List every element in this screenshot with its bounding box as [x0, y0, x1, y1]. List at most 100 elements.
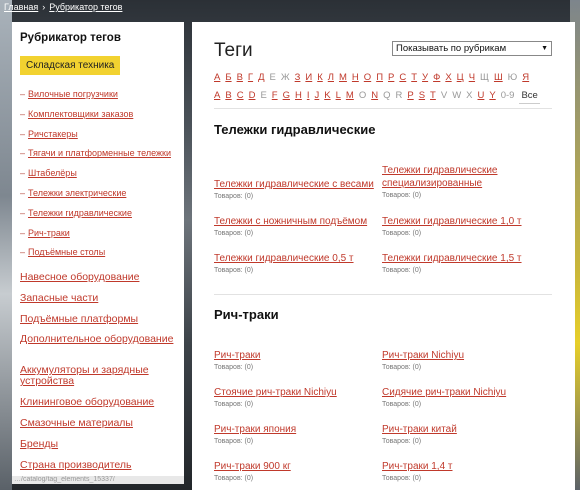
tag-count: Товаров: (0): [214, 438, 254, 445]
sidebar-subitem: – Подъёмные столы: [20, 243, 176, 263]
sidebar-subitem-link[interactable]: Вилочные погрузчики: [28, 89, 118, 99]
letter-link[interactable]: О: [364, 72, 371, 83]
sidebar-category: Смазочные материалы: [20, 413, 176, 434]
letter-link[interactable]: С: [399, 72, 406, 83]
sidebar-subitem: – Комплектовщики заказов: [20, 105, 176, 125]
letter-link[interactable]: G: [283, 90, 290, 101]
letter-link[interactable]: З: [295, 72, 301, 83]
tag-link[interactable]: Рич-траки Nichiyu: [382, 350, 464, 361]
tag-link[interactable]: Рич-траки япония: [214, 424, 296, 435]
dash-icon: –: [20, 187, 26, 198]
sidebar-subitem: – Вилочные погрузчики: [20, 85, 176, 105]
breadcrumb-home-link[interactable]: Главная: [4, 2, 38, 12]
letter-link[interactable]: U: [478, 90, 485, 101]
letter-link[interactable]: И: [305, 72, 312, 83]
letter-link[interactable]: Y: [489, 90, 495, 101]
letter-link[interactable]: Я: [522, 72, 529, 83]
tag-link[interactable]: Рич-траки китай: [382, 424, 457, 435]
letter-link[interactable]: I: [307, 90, 310, 101]
letter-link[interactable]: Ч: [469, 72, 475, 83]
sidebar-subitem: – Штабелёры: [20, 164, 176, 184]
letter-link[interactable]: F: [272, 90, 278, 101]
letter-link[interactable]: М: [339, 72, 347, 83]
divider: [214, 294, 552, 295]
letter-disabled: Ю: [507, 72, 518, 83]
tag-item: Тележки с ножничным подъёмом Товаров: (0…: [214, 215, 384, 237]
sidebar-category: Подъёмные платформы: [20, 309, 176, 330]
tag-link[interactable]: Рич-траки 1,4 т: [382, 461, 453, 472]
tag-item: Стоячие рич-траки Nichiyu Товаров: (0): [214, 386, 384, 408]
letter-link[interactable]: D: [249, 90, 256, 101]
tag-item: Рич-траки 1,4 т Товаров: (0): [382, 460, 552, 482]
sidebar-category-link[interactable]: Клининговое оборудование: [20, 396, 154, 408]
sidebar-category-link[interactable]: Страна производитель: [20, 459, 132, 471]
letter-link[interactable]: В: [237, 72, 243, 83]
letter-link[interactable]: H: [295, 90, 302, 101]
view-mode-select[interactable]: Показывать по рубрикам ▼: [392, 41, 552, 56]
tag-link[interactable]: Тележки гидравлические с весами: [214, 179, 374, 190]
letter-link[interactable]: Р: [388, 72, 394, 83]
letter-link[interactable]: Г: [248, 72, 253, 83]
letter-link[interactable]: K: [324, 90, 330, 101]
tag-count: Товаров: (0): [214, 267, 254, 274]
letter-link[interactable]: N: [371, 90, 378, 101]
letter-link[interactable]: К: [317, 72, 323, 83]
letter-link[interactable]: П: [376, 72, 383, 83]
letter-link[interactable]: Ф: [433, 72, 440, 83]
letter-link[interactable]: А: [214, 72, 220, 83]
tag-link[interactable]: Тележки гидравлические специализированны…: [382, 165, 497, 189]
letter-link[interactable]: Б: [225, 72, 231, 83]
letter-link[interactable]: Х: [445, 72, 451, 83]
letter-link[interactable]: У: [422, 72, 428, 83]
sidebar-subitem-link[interactable]: Комплектовщики заказов: [28, 109, 133, 119]
letter-link[interactable]: P: [407, 90, 413, 101]
sidebar-subitem-link[interactable]: Тележки электрические: [28, 188, 126, 198]
tag-link[interactable]: Тележки с ножничным подъёмом: [214, 216, 367, 227]
triangle-down-icon: ▼: [541, 45, 548, 52]
dash-icon: –: [20, 247, 26, 258]
sidebar-category-link[interactable]: Аккумуляторы и зарядные устройства: [20, 364, 149, 387]
sidebar-subitem-link[interactable]: Тягачи и платформенные тележки: [28, 148, 171, 158]
sidebar-active-category[interactable]: Складская техника: [20, 56, 121, 75]
tag-count: Товаров: (0): [382, 401, 422, 408]
letter-link[interactable]: S: [419, 90, 425, 101]
tag-link[interactable]: Сидячие рич-траки Nichiyu: [382, 387, 506, 398]
tag-link[interactable]: Тележки гидравлические 1,0 т: [382, 216, 522, 227]
sidebar-category-link[interactable]: Подъёмные платформы: [20, 313, 138, 325]
tag-link[interactable]: Тележки гидравлические 0,5 т: [214, 253, 354, 264]
letter-link[interactable]: Т: [411, 72, 417, 83]
letter-link[interactable]: C: [237, 90, 244, 101]
all-letters-link[interactable]: Все: [519, 90, 540, 104]
breadcrumb-current-link[interactable]: Рубрикатор тегов: [49, 2, 122, 12]
sidebar-subitem-link[interactable]: Ричстакеры: [28, 129, 78, 139]
tag-item: Рич-траки 900 кг Товаров: (0): [214, 460, 384, 482]
letter-link[interactable]: L: [336, 90, 341, 101]
sidebar-subitem-link[interactable]: Штабелёры: [28, 168, 77, 178]
tag-link[interactable]: Тележки гидравлические 1,5 т: [382, 253, 522, 264]
letter-link[interactable]: Ш: [494, 72, 503, 83]
letter-link[interactable]: Н: [352, 72, 359, 83]
sidebar-category-link[interactable]: Дополнительное оборудование: [20, 333, 173, 345]
letter-link[interactable]: Ц: [457, 72, 464, 83]
letter-link[interactable]: T: [430, 90, 436, 101]
sidebar-category-link[interactable]: Бренды: [20, 438, 58, 450]
tag-link[interactable]: Стоячие рич-траки Nichiyu: [214, 387, 337, 398]
sidebar-subitem-link[interactable]: Рич-траки: [28, 228, 70, 238]
letter-link[interactable]: B: [225, 90, 231, 101]
sidebar-subitem-link[interactable]: Тележки гидравлические: [28, 208, 132, 218]
sidebar-subitem-link[interactable]: Подъёмные столы: [28, 247, 105, 257]
letter-link[interactable]: Д: [258, 72, 264, 83]
tag-count: Товаров: (0): [214, 230, 254, 237]
letter-link[interactable]: Л: [328, 72, 334, 83]
sidebar-category-link[interactable]: Запасные части: [20, 292, 98, 304]
letter-disabled: Е: [269, 72, 276, 83]
sidebar-category-link[interactable]: Навесное оборудование: [20, 271, 139, 283]
tag-link[interactable]: Рич-траки: [214, 350, 260, 361]
sidebar-category-link[interactable]: Смазочные материалы: [20, 417, 133, 429]
letter-link[interactable]: M: [346, 90, 354, 101]
letter-link[interactable]: J: [315, 90, 320, 101]
sidebar-category: Бренды: [20, 434, 176, 455]
tag-link[interactable]: Рич-траки 900 кг: [214, 461, 291, 472]
tag-item: Тележки гидравлические 1,5 т Товаров: (0…: [382, 252, 552, 274]
letter-link[interactable]: A: [214, 90, 220, 101]
